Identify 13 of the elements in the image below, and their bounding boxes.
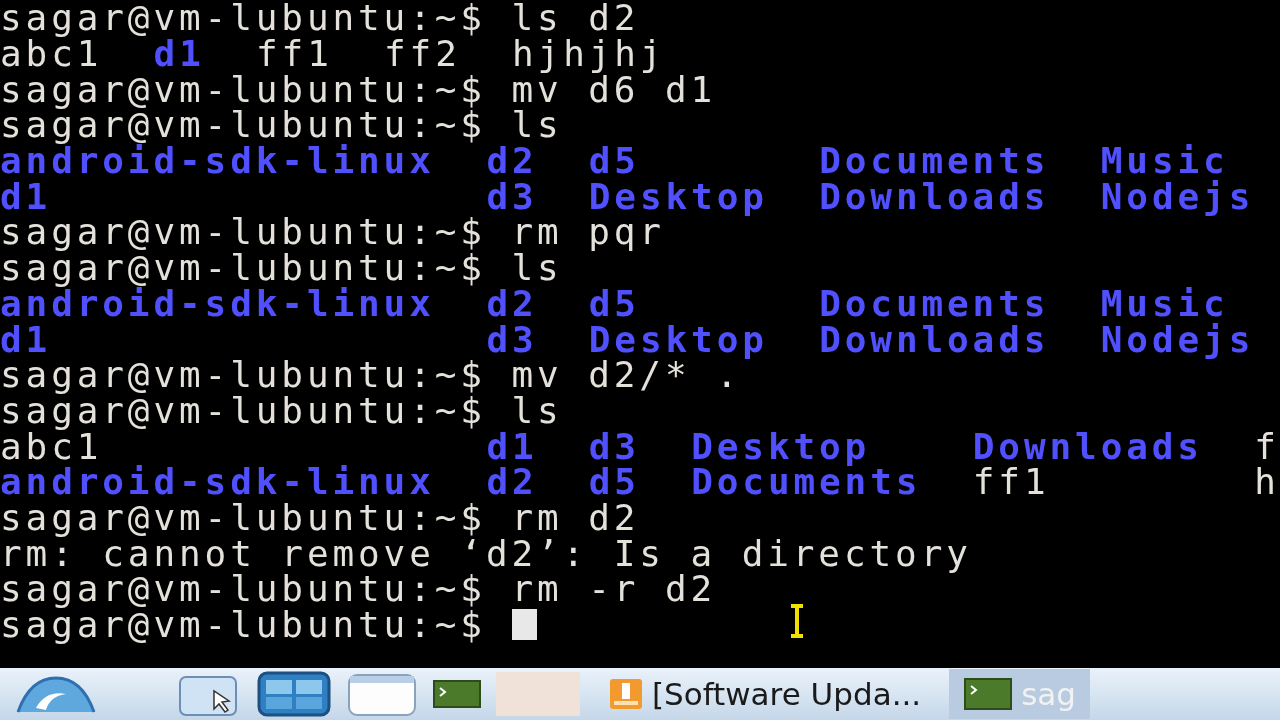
- prompt-text: sagar@vm-lubuntu:~$: [0, 567, 486, 610]
- taskbar-task-button[interactable]: [Software Upda...: [594, 669, 936, 719]
- directory-name: android-sdk-linux: [0, 460, 435, 503]
- update-icon: [608, 677, 644, 711]
- text-cursor-icon: [789, 604, 805, 638]
- terminal-icon[interactable]: [432, 679, 482, 709]
- window-icon[interactable]: [346, 671, 418, 717]
- directory-name: Nodejs: [1100, 174, 1255, 218]
- command-text: ls d2: [511, 0, 640, 39]
- command-text: rm -r d2: [511, 567, 717, 611]
- directory-name: d1: [0, 317, 52, 360]
- workspace-switcher-icon[interactable]: [256, 670, 332, 718]
- terminal-icon: [963, 677, 1014, 711]
